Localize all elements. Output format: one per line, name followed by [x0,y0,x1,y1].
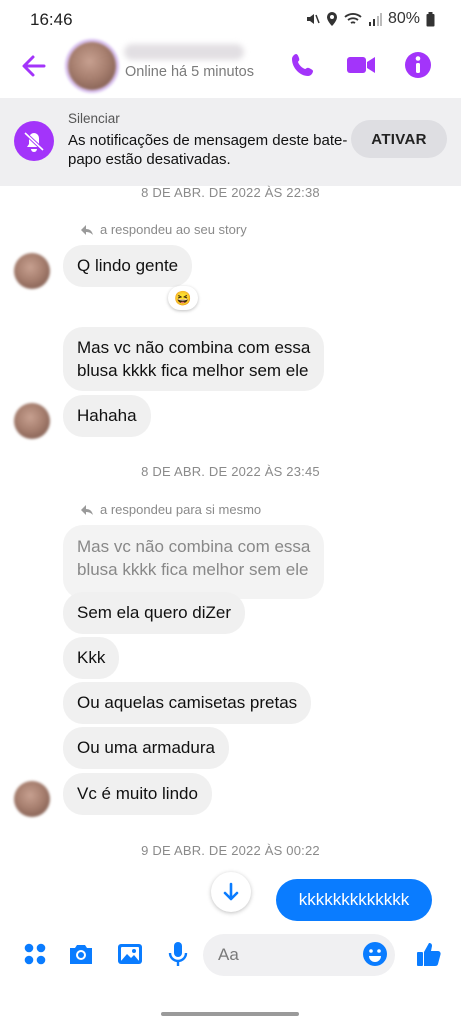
wifi-icon [344,13,362,24]
info-icon[interactable] [403,50,433,80]
message-bubble[interactable]: Vc é muito lindo [63,773,212,815]
message-text: Q lindo gente [77,256,179,275]
reply-arrow-icon [81,224,93,235]
camera-icon[interactable] [67,940,95,968]
timestamp: 8 DE ABR. DE 2022 ÀS 23:45 [141,464,320,479]
banner-text: As notificações de mensagem deste bate-p… [68,132,348,168]
quoted-message[interactable]: Mas vc não combina com essa blusa kkkk f… [63,525,325,599]
message-text: Ou aquelas camisetas pretas [77,693,298,712]
reply-arrow-icon [81,504,93,515]
message-bubble[interactable]: Hahaha [63,395,151,437]
message-text: Ou uma armadura [77,738,215,757]
mute-status-icon [306,14,320,24]
timestamp: 9 DE ABR. DE 2022 ÀS 00:22 [141,843,320,858]
muted-bell-icon [14,121,54,161]
gallery-icon[interactable] [116,940,144,968]
emoji-icon[interactable] [361,940,389,968]
location-icon [326,12,337,26]
message-text: Hahaha [77,406,137,425]
active-status: Online há 5 minutos [125,64,254,80]
message-bubble[interactable]: Mas vc não combina com essa blusa kkkk f… [63,327,325,391]
reaction-emoji: 😆 [174,290,192,306]
contact-avatar[interactable] [68,42,116,90]
reply-note: a respondeu para si mesmo [80,502,261,517]
message-text-line: Mas vc não combina com essa [77,338,311,357]
timestamp: 8 DE ABR. DE 2022 ÀS 22:38 [141,185,320,200]
reply-note-text: a respondeu ao seu story [100,222,247,237]
like-icon[interactable] [415,940,443,968]
message-bubble[interactable]: Sem ela quero diZer [63,592,246,634]
quoted-text-line: Mas vc não combina com essa [77,537,311,556]
message-bubble[interactable]: Kkk [63,637,120,679]
battery-icon [426,11,435,26]
message-bubble[interactable]: Ou aquelas camisetas pretas [63,682,312,724]
banner-title: Silenciar [68,111,120,126]
quoted-text-line: blusa kkkk fica melhor sem ele [77,560,309,579]
home-indicator [161,1012,299,1016]
video-camera-icon[interactable] [345,50,377,80]
reply-note: a respondeu ao seu story [80,222,247,237]
scroll-down-button[interactable] [211,872,251,912]
status-time: 16:46 [30,10,73,29]
scroll-down-icon [223,882,239,901]
phone-icon[interactable] [288,50,318,80]
message-reaction[interactable]: 😆 [168,286,198,310]
sender-avatar[interactable] [14,781,50,817]
sender-avatar[interactable] [14,253,50,289]
message-text: Vc é muito lindo [77,784,198,803]
message-bubble[interactable]: Q lindo gente [63,245,193,287]
signal-icon [368,13,382,26]
message-input-placeholder: Aa [218,945,239,964]
back-arrow-icon[interactable] [18,50,50,82]
message-text: Sem ela quero diZer [77,603,232,622]
sent-message-bubble[interactable]: kkkkkkkkkkkkk [276,879,432,921]
status-icons: 80% [304,10,435,28]
microphone-icon[interactable] [164,940,192,968]
reply-note-text: a respondeu para si mesmo [100,502,262,517]
activate-notifications-button[interactable]: ATIVAR [351,120,447,158]
contact-name-redacted[interactable] [124,44,244,60]
battery-percent: 80% [387,10,420,27]
sender-avatar[interactable] [14,403,50,439]
message-text-line: blusa kkkk fica melhor sem ele [77,361,309,380]
message-bubble[interactable]: Ou uma armadura [63,727,229,769]
apps-icon[interactable] [21,940,49,968]
message-text: kkkkkkkkkkkkk [298,890,410,909]
message-text: Kkk [77,648,106,667]
